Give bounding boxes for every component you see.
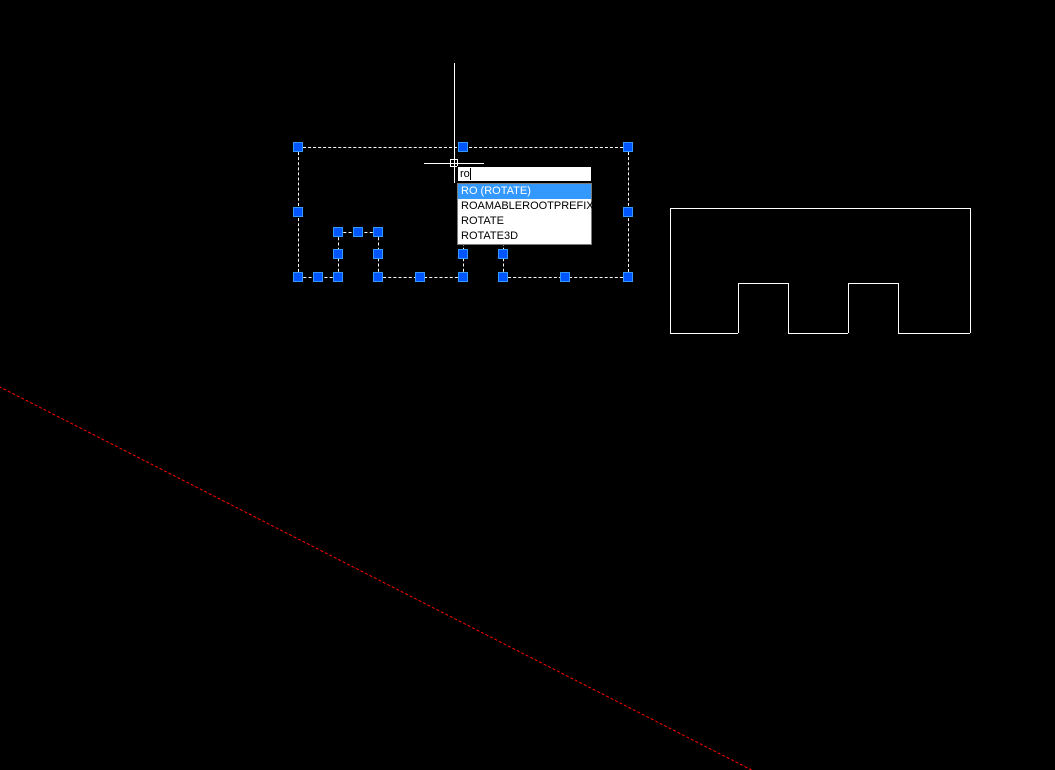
grip-handle[interactable] — [333, 227, 343, 237]
autocomplete-dropdown[interactable]: RO (ROTATE) ROAMABLEROOTPREFIX ROTATE RO… — [457, 183, 592, 245]
grip-handle[interactable] — [498, 272, 508, 282]
autocomplete-item[interactable]: RO (ROTATE) — [458, 184, 591, 199]
autocomplete-item[interactable]: ROTATE — [458, 214, 591, 229]
drawing-object[interactable] — [670, 208, 970, 333]
grip-handle[interactable] — [373, 227, 383, 237]
command-input[interactable]: ro — [457, 166, 592, 182]
grip-handle[interactable] — [415, 272, 425, 282]
command-input-text: ro — [460, 168, 470, 180]
grip-handle[interactable] — [623, 207, 633, 217]
grip-handle[interactable] — [458, 272, 468, 282]
text-caret — [470, 168, 471, 180]
grip-handle[interactable] — [353, 227, 363, 237]
grip-handle[interactable] — [293, 142, 303, 152]
grip-handle[interactable] — [623, 142, 633, 152]
autocomplete-item[interactable]: ROAMABLEROOTPREFIX — [458, 199, 591, 214]
grip-handle[interactable] — [623, 272, 633, 282]
grip-handle[interactable] — [560, 272, 570, 282]
grip-handle[interactable] — [458, 142, 468, 152]
grip-handle[interactable] — [498, 249, 508, 259]
grip-handle[interactable] — [458, 249, 468, 259]
grip-handle[interactable] — [373, 272, 383, 282]
grip-handle[interactable] — [373, 249, 383, 259]
construction-line — [0, 361, 752, 770]
autocomplete-item[interactable]: ROTATE3D — [458, 229, 591, 244]
drawing-canvas[interactable]: ro RO (ROTATE) ROAMABLEROOTPREFIX ROTATE… — [0, 0, 1055, 517]
grip-handle[interactable] — [333, 249, 343, 259]
grip-handle[interactable] — [293, 207, 303, 217]
grip-handle[interactable] — [333, 272, 343, 282]
grip-handle[interactable] — [313, 272, 323, 282]
grip-handle[interactable] — [293, 272, 303, 282]
